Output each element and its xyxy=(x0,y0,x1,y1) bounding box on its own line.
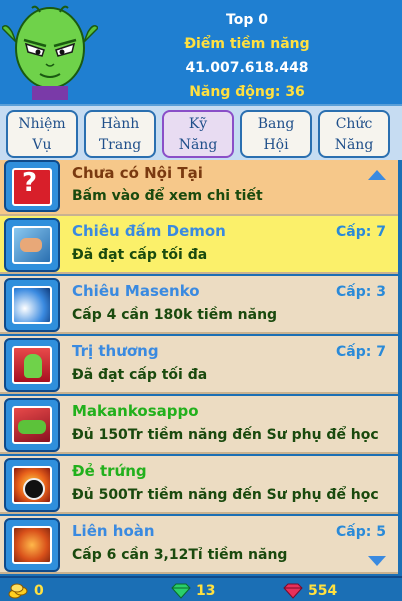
tab-label: Vụ xyxy=(32,137,52,153)
gem-value: 13 xyxy=(196,583,216,599)
skill-row[interactable]: Trị thương Đã đạt cấp tối đa Cấp: 7 xyxy=(0,336,398,394)
skill-row-passive[interactable]: ? Chưa có Nội Tại Bấm vào để xem chi tiế… xyxy=(0,160,398,216)
skill-desc: Cấp 4 cần 180k tiềm năng xyxy=(72,307,278,323)
tab-functions[interactable]: Chức Năng xyxy=(318,110,390,158)
skill-desc: Đủ 150Tr tiềm năng đến Sư phụ để học xyxy=(72,427,379,443)
ruby-value: 554 xyxy=(308,583,338,599)
character-header: Top 0 Điểm tiềm năng 41.007.618.448 Năng… xyxy=(0,0,402,104)
skill-name: Chiêu đấm Demon xyxy=(72,222,226,240)
tab-label: Bang xyxy=(257,116,295,132)
tab-label: Năng xyxy=(334,137,374,153)
tab-label: Năng xyxy=(178,137,218,153)
heal-icon xyxy=(4,338,60,392)
stamina-label: Năng động: 36 xyxy=(189,84,305,100)
tab-label: Chức xyxy=(335,116,373,132)
skill-name: Trị thương xyxy=(72,342,159,360)
namekian-portrait-icon[interactable] xyxy=(2,2,98,100)
combo-icon xyxy=(4,518,60,572)
masenko-icon xyxy=(4,278,60,332)
egg-icon xyxy=(4,458,60,512)
tab-label: Hội xyxy=(263,137,289,153)
skill-name: Đẻ trứng xyxy=(72,462,147,480)
tab-label: Hành xyxy=(100,116,140,132)
skill-row[interactable]: Đẻ trứng Đủ 500Tr tiềm năng đến Sư phụ đ… xyxy=(0,456,398,514)
gold-value: 0 xyxy=(34,583,44,599)
gem-counter: 13 xyxy=(170,582,215,600)
gold-counter: 0 xyxy=(8,582,44,600)
skill-desc: Bấm vào để xem chi tiết xyxy=(72,188,263,204)
skill-level: Cấp: 5 xyxy=(336,524,386,540)
tab-skills[interactable]: Kỹ Năng xyxy=(162,110,234,158)
top-rank: Top 0 xyxy=(226,12,268,28)
skill-level: Cấp: 7 xyxy=(336,344,386,360)
skill-desc: Đã đạt cấp tối đa xyxy=(72,367,208,383)
demon-punch-icon xyxy=(4,218,60,272)
skill-level: Cấp: 3 xyxy=(336,284,386,300)
tab-label: Kỹ xyxy=(188,116,208,132)
skill-row[interactable]: Liên hoàn Cấp 6 cần 3,12Tỉ tiềm năng Cấp… xyxy=(0,516,398,574)
question-mark-icon: ? xyxy=(4,160,60,212)
potential-value: 41.007.618.448 xyxy=(185,60,309,76)
ruby-icon xyxy=(283,583,303,599)
currency-bar: 0 13 554 xyxy=(0,576,402,601)
skill-row[interactable]: Chiêu đấm Demon Đã đạt cấp tối đa Cấp: 7 xyxy=(0,216,398,274)
ruby-counter: 554 xyxy=(282,582,337,600)
skill-level: Cấp: 7 xyxy=(336,224,386,240)
tab-inventory[interactable]: Hành Trang xyxy=(84,110,156,158)
scroll-down-icon[interactable] xyxy=(368,556,386,566)
skill-row[interactable]: Chiêu Masenko Cấp 4 cần 180k tiềm năng C… xyxy=(0,276,398,334)
skill-name: Chiêu Masenko xyxy=(72,282,200,300)
skill-desc: Đủ 500Tr tiềm năng đến Sư phụ để học xyxy=(72,487,379,503)
tab-tasks[interactable]: Nhiệm Vụ xyxy=(6,110,78,158)
potential-label: Điểm tiềm năng xyxy=(184,36,310,52)
tab-clan[interactable]: Bang Hội xyxy=(240,110,312,158)
skill-name: Makankosappo xyxy=(72,402,199,420)
tab-label: Trang xyxy=(98,137,142,153)
tab-label: Nhiệm xyxy=(18,116,66,132)
green-gem-icon xyxy=(171,583,191,599)
skill-desc: Cấp 6 cần 3,12Tỉ tiềm năng xyxy=(72,547,288,563)
scrollbar[interactable] xyxy=(398,160,402,576)
skill-name: Chưa có Nội Tại xyxy=(72,164,203,182)
scroll-up-icon[interactable] xyxy=(368,170,386,180)
gold-coins-icon xyxy=(8,583,28,599)
menu-tabs: Nhiệm Vụ Hành Trang Kỹ Năng Bang Hội Chứ… xyxy=(0,104,402,160)
skill-name: Liên hoàn xyxy=(72,522,155,540)
skill-row[interactable]: Makankosappo Đủ 150Tr tiềm năng đến Sư p… xyxy=(0,396,398,454)
skill-list[interactable]: ? Chưa có Nội Tại Bấm vào để xem chi tiế… xyxy=(0,160,402,576)
character-stats: Top 0 Điểm tiềm năng 41.007.618.448 Năng… xyxy=(108,8,386,104)
makankosappo-icon xyxy=(4,398,60,452)
skill-desc: Đã đạt cấp tối đa xyxy=(72,247,208,263)
